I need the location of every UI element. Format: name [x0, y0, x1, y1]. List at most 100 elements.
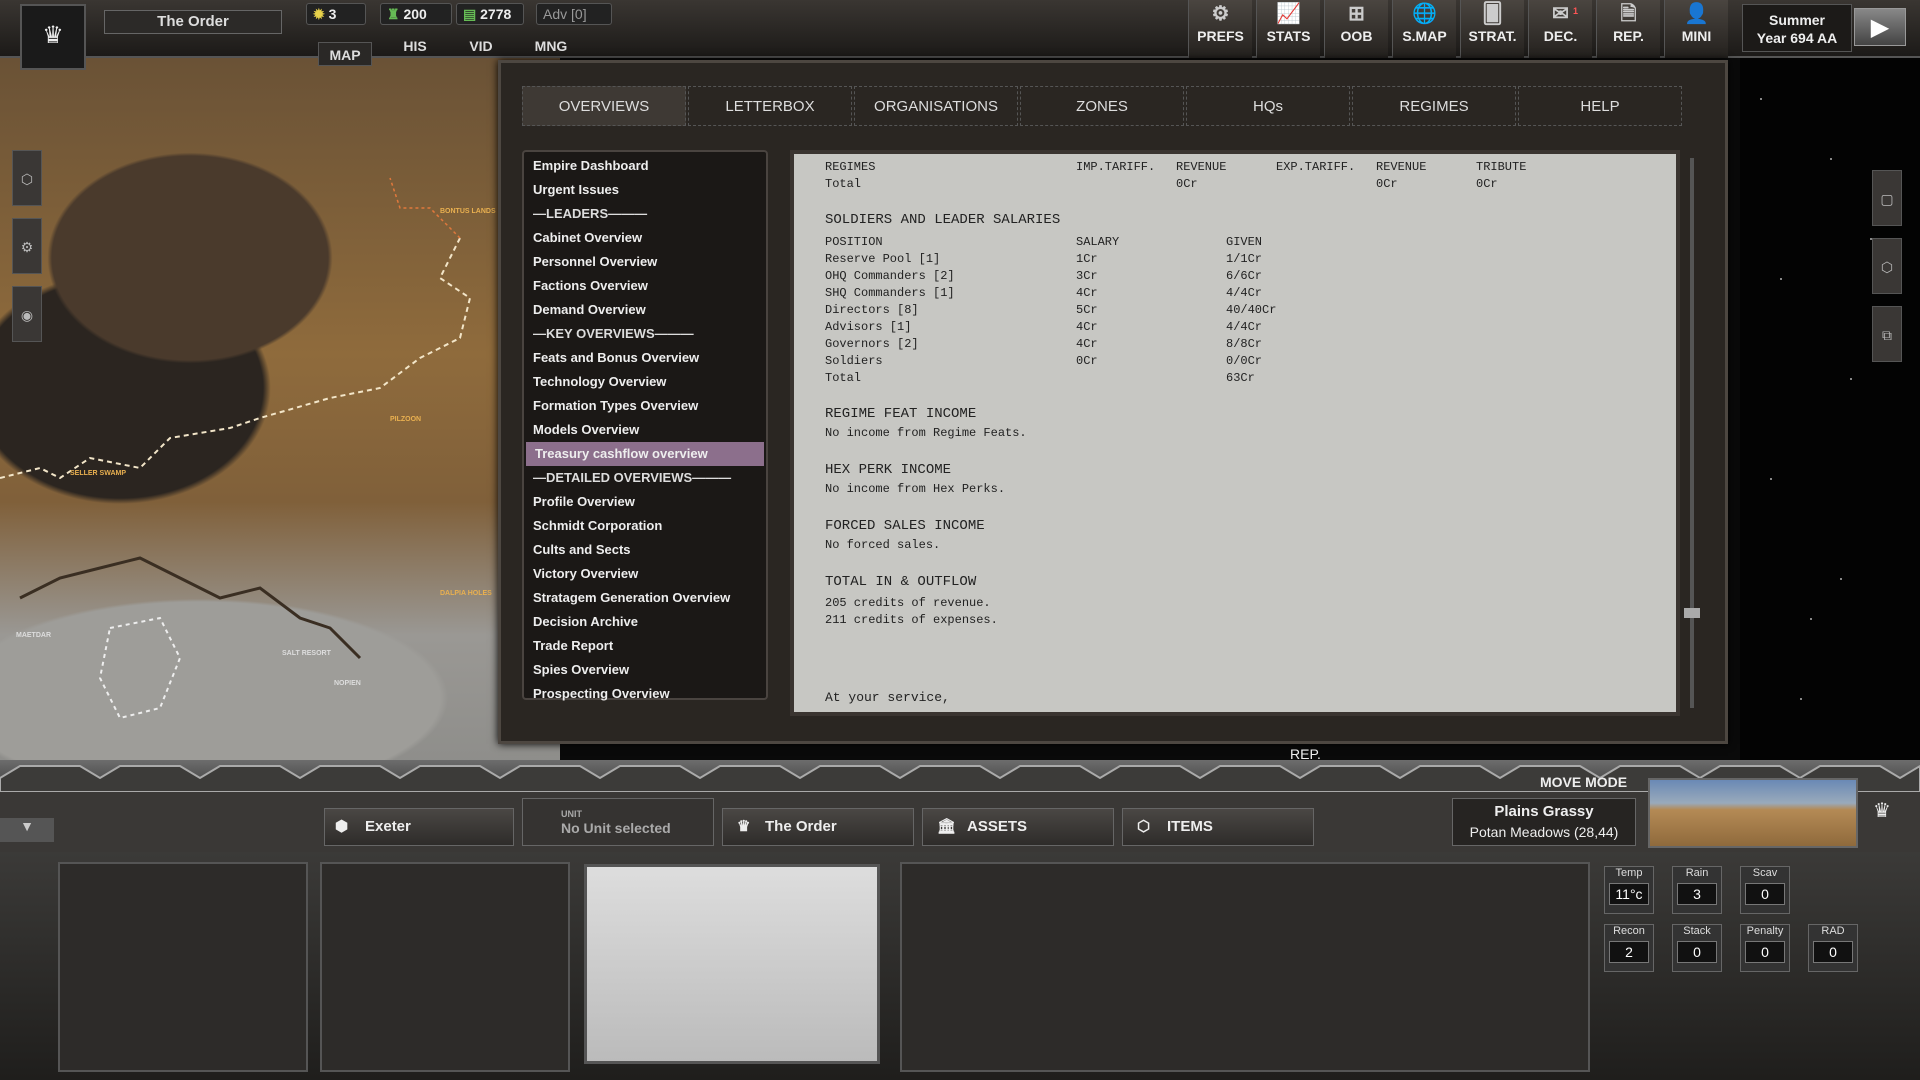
regimes-total: 0Cr: [1176, 177, 1198, 191]
tab-regimes[interactable]: REGIMES: [1352, 86, 1516, 126]
section-title: HEX PERK INCOME: [825, 462, 952, 478]
nav-his[interactable]: HIS: [390, 34, 440, 58]
space-area: [1740, 58, 1920, 798]
salary-given: 4/4Cr: [1226, 286, 1263, 300]
menu-item[interactable]: Models Overview: [524, 418, 766, 442]
manpower-icon: ♜: [387, 6, 404, 22]
map-side-button[interactable]: ⬡: [12, 150, 42, 206]
items-button[interactable]: ⬡ ITEMS: [1122, 808, 1314, 846]
globe-icon: 🌐: [1412, 3, 1437, 25]
chart-icon: 📈: [1276, 3, 1301, 25]
map-side-button[interactable]: ⚙: [12, 218, 42, 274]
strat-button[interactable]: 🂠 STRAT.: [1460, 0, 1524, 58]
tab-overviews[interactable]: OVERVIEWS: [522, 86, 686, 126]
regimes-col: TRIBUTE: [1476, 160, 1527, 174]
map-side-button[interactable]: ◉: [12, 286, 42, 342]
tab-zones[interactable]: ZONES: [1020, 86, 1184, 126]
scroll-thumb[interactable]: [1684, 608, 1700, 618]
advisor-count[interactable]: Adv [0]: [536, 3, 612, 25]
right-side-button[interactable]: ⬡: [1872, 238, 1902, 294]
menu-item[interactable]: Trade Report: [524, 634, 766, 658]
menu-item[interactable]: Demand Overview: [524, 298, 766, 322]
menu-item[interactable]: Spies Overview: [524, 658, 766, 682]
regimes-total: 0Cr: [1476, 177, 1498, 191]
salary-given: 63Cr: [1226, 371, 1255, 385]
faction-emblem-icon[interactable]: ♛: [20, 4, 86, 70]
map-label: SELLER SWAMP: [70, 470, 127, 477]
strategic-map[interactable]: PILZOON SELLER SWAMP BONTUS LANDS DALPIA…: [0, 58, 560, 798]
zone-button[interactable]: ⬢ Exeter: [324, 808, 514, 846]
menu-item[interactable]: Decision Archive: [524, 610, 766, 634]
menu-item[interactable]: Prospecting Overview: [524, 682, 766, 706]
stats-button[interactable]: 📈 STATS: [1256, 0, 1320, 58]
unit-portrait: [584, 864, 880, 1064]
closing-text: At your service,: [825, 690, 950, 705]
tab-letterbox[interactable]: LETTERBOX: [688, 86, 852, 126]
map-label: BONTUS LANDS: [440, 208, 496, 215]
report-scrollbar[interactable]: [1684, 150, 1700, 716]
salary-amount: 0Cr: [1076, 354, 1098, 368]
dec-button[interactable]: ✉ DEC. 1: [1528, 0, 1592, 58]
stat-stack: Stack 0: [1672, 924, 1722, 972]
menu-item[interactable]: Stratagem Generation Overview: [524, 586, 766, 610]
section-text: No income from Hex Perks.: [825, 482, 1006, 496]
cards-icon: 🂠: [1482, 3, 1503, 25]
nav-map[interactable]: MAP: [318, 42, 372, 66]
assets-button[interactable]: 🏛 ASSETS: [922, 808, 1114, 846]
regimes-col: REGIMES: [825, 160, 876, 174]
unit-selector[interactable]: UNIT No Unit selected: [522, 798, 714, 846]
smap-button[interactable]: 🌐 S.MAP: [1392, 0, 1456, 58]
info-slot: [900, 862, 1590, 1072]
right-side-button[interactable]: ▢: [1872, 170, 1902, 226]
section-title: SOLDIERS AND LEADER SALARIES: [825, 212, 1061, 228]
salary-position: Directors [8]: [825, 303, 919, 317]
menu-item[interactable]: Feats and Bonus Overview: [524, 346, 766, 370]
salary-amount: 4Cr: [1076, 320, 1098, 334]
crown-icon: ♛: [1873, 800, 1891, 822]
map-label: NOPIEN: [334, 680, 361, 687]
salaries-col: GIVEN: [1226, 235, 1263, 249]
menu-item[interactable]: Cabinet Overview: [524, 226, 766, 250]
salary-position: Total: [825, 371, 862, 385]
tab-help[interactable]: HELP: [1518, 86, 1682, 126]
menu-item[interactable]: Technology Overview: [524, 370, 766, 394]
menu-section-header: —KEY OVERVIEWS———: [533, 326, 694, 341]
tab-hqs[interactable]: HQs: [1186, 86, 1350, 126]
menu-item[interactable]: Personnel Overview: [524, 250, 766, 274]
menu-item[interactable]: Cults and Sects: [524, 538, 766, 562]
hierarchy-icon: ⊞: [1348, 3, 1365, 25]
menu-item[interactable]: Schmidt Corporation: [524, 514, 766, 538]
menu-item[interactable]: Empire Dashboard: [524, 154, 766, 178]
salary-given: 6/6Cr: [1226, 269, 1263, 283]
info-slot: [58, 862, 308, 1072]
menu-item[interactable]: Victory Overview: [524, 562, 766, 586]
tab-organisations[interactable]: ORGANISATIONS: [854, 86, 1018, 126]
nav-vid[interactable]: VID: [456, 34, 506, 58]
end-turn-button[interactable]: ▶: [1854, 8, 1906, 46]
map-label: SALT RESORT: [282, 650, 331, 657]
collapse-button[interactable]: ▼: [0, 818, 54, 842]
prefs-button[interactable]: ⚙ PREFS: [1188, 0, 1252, 58]
right-side-button[interactable]: ⧉: [1872, 306, 1902, 362]
section-title: REGIME FEAT INCOME: [825, 406, 977, 422]
regimes-total: Total: [825, 177, 862, 191]
hex-strip: REP. MOVE MODE: [0, 746, 1920, 792]
map-label: PILZOON: [390, 416, 422, 423]
menu-item[interactable]: Profile Overview: [524, 490, 766, 514]
menu-item[interactable]: Formation Types Overview: [524, 394, 766, 418]
salary-given: 40/40Cr: [1226, 303, 1277, 317]
oob-button[interactable]: ⊞ OOB: [1324, 0, 1388, 58]
section-text: 211 credits of expenses.: [825, 613, 998, 627]
menu-item-selected[interactable]: Treasury cashflow overview: [526, 442, 764, 466]
section-title: TOTAL IN & OUTFLOW: [825, 574, 977, 590]
nav-mng[interactable]: MNG: [524, 34, 578, 58]
menu-item[interactable]: Factions Overview: [524, 274, 766, 298]
faction-button[interactable]: ♛ The Order: [722, 808, 914, 846]
salary-position: Advisors [1]: [825, 320, 912, 334]
rep-button[interactable]: 🗎 REP.: [1596, 0, 1660, 58]
regimes-total: 0Cr: [1376, 177, 1398, 191]
season-display: Summer Year 694 AA: [1742, 4, 1852, 52]
mini-button[interactable]: 👤 MINI: [1664, 0, 1728, 58]
menu-item[interactable]: Urgent Issues: [524, 178, 766, 202]
salary-amount: 1Cr: [1076, 252, 1098, 266]
